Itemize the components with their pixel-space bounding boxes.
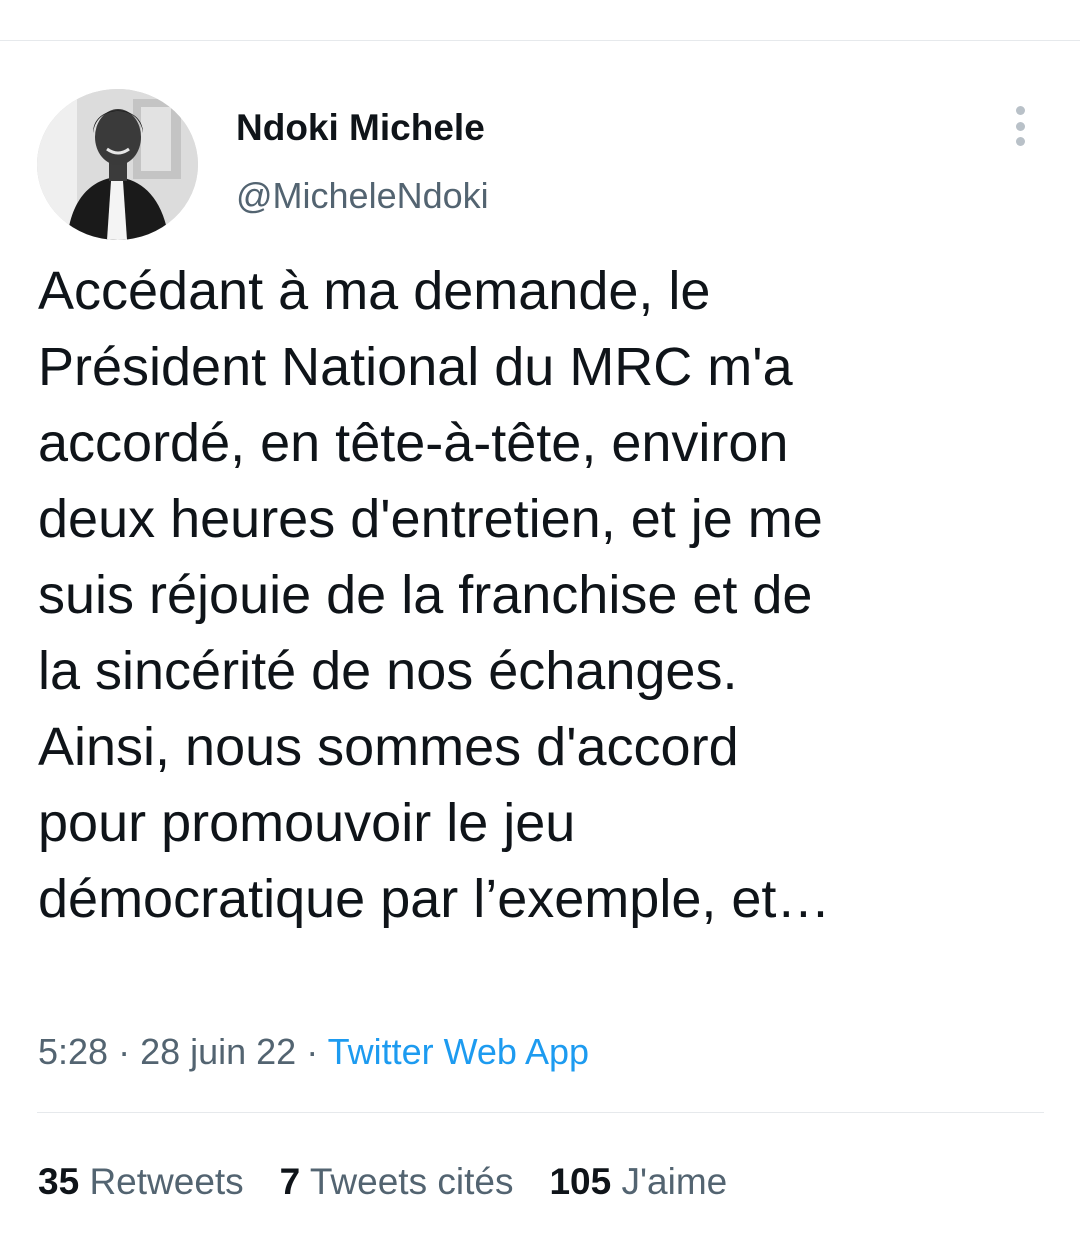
user-handle[interactable]: @MicheleNdoki xyxy=(236,174,489,218)
meta-separator: · xyxy=(296,1031,328,1072)
more-vertical-icon xyxy=(1015,106,1025,146)
likes-count: 105 xyxy=(549,1161,612,1202)
avatar-photo xyxy=(37,89,198,240)
tweet-text: Accédant à ma demande, le Président Nati… xyxy=(38,261,831,929)
tweet-stats: 35 Retweets 7 Tweets cités 105 J'aime xyxy=(38,1160,763,1204)
retweets-stat[interactable]: 35 Retweets xyxy=(38,1160,244,1204)
quote-tweets-count: 7 xyxy=(279,1161,301,1202)
quote-tweets-stat[interactable]: 7 Tweets cités xyxy=(280,1160,514,1204)
retweets-label: Retweets xyxy=(89,1161,244,1202)
display-name[interactable]: Ndoki Michele xyxy=(236,106,489,150)
tweet-meta: 5:28 · 28 juin 22 · Twitter Web App xyxy=(38,1030,589,1074)
likes-label: J'aime xyxy=(621,1161,728,1202)
stats-divider xyxy=(37,1112,1044,1113)
tweet-source-link[interactable]: Twitter Web App xyxy=(328,1031,589,1072)
likes-stat[interactable]: 105 J'aime xyxy=(549,1160,727,1204)
tweet-time[interactable]: 5:28 xyxy=(38,1031,108,1072)
tweet-date[interactable]: 28 juin 22 xyxy=(140,1031,296,1072)
author-block[interactable]: Ndoki Michele @MicheleNdoki xyxy=(236,106,489,218)
quote-tweets-label: Tweets cités xyxy=(309,1161,514,1202)
top-divider xyxy=(0,40,1080,41)
meta-separator: · xyxy=(108,1031,141,1072)
retweets-count: 35 xyxy=(38,1161,80,1202)
more-button[interactable] xyxy=(1002,106,1038,146)
avatar[interactable] xyxy=(37,89,198,240)
